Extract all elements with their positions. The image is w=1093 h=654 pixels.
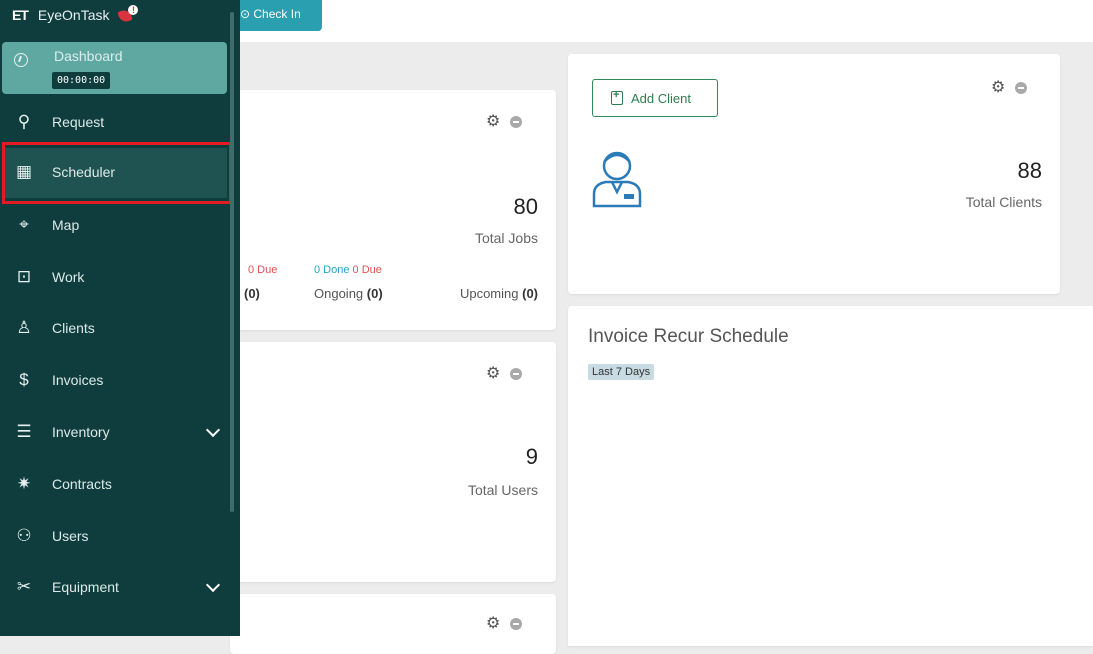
total-jobs-count: 80	[513, 194, 538, 219]
add-document-icon	[611, 89, 623, 105]
due-count: 0 Due	[248, 264, 278, 276]
total-users-count: 9	[525, 444, 538, 469]
sidebar-item-contracts[interactable]: ✷ Contracts	[0, 464, 232, 504]
sidebar-item-label: Map	[52, 217, 80, 233]
sidebar-item-dashboard[interactable]: Dashboard 00:00:00	[2, 42, 227, 94]
stat-upcoming-label: Upcoming	[459, 286, 519, 301]
sidebar: ET EyeOnTask Dashboard 00:00:00 ⚲ Reques…	[0, 0, 240, 636]
invoice-recur-title: Invoice Recur Schedule	[588, 326, 789, 347]
sidebar-item-label: Users	[52, 528, 89, 544]
sidebar-item-label: Work	[52, 269, 85, 285]
chevron-down-icon[interactable]	[205, 422, 221, 438]
users-card-controls: ⚙	[486, 366, 523, 382]
alert-icon[interactable]	[119, 5, 139, 23]
stat-completed-counts: 0 Due	[248, 264, 277, 276]
stat-ongoing-label: Ongoing	[314, 286, 364, 301]
stat-upcoming-value: (0)	[522, 286, 538, 301]
users-card: ⚙ 9 Total Users	[230, 342, 556, 582]
scheduler-highlight-box	[2, 142, 232, 204]
gear-icon[interactable]: ⚙	[486, 366, 500, 382]
brand[interactable]: ET EyeOnTask	[12, 5, 139, 23]
sidebar-item-invoices[interactable]: $ Invoices	[0, 360, 232, 400]
sidebar-item-equipment[interactable]: ✂ Equipment	[0, 567, 232, 607]
gear-icon[interactable]: ⚙	[486, 114, 500, 130]
add-client-button[interactable]: Add Client	[592, 79, 718, 117]
minimize-icon[interactable]	[1015, 82, 1028, 94]
jobs-card: ⚙ 80 Total Jobs 0 Due (0) 0 Done 0 Due O…	[230, 90, 556, 330]
gear-icon[interactable]: ⚙	[486, 616, 500, 632]
minimize-icon[interactable]	[510, 116, 523, 128]
user-icon: ♙	[16, 318, 32, 337]
sidebar-item-label: Clients	[52, 320, 95, 336]
partial-card: ⚙	[230, 594, 556, 654]
invoice-icon: $	[19, 370, 29, 389]
date-range-badge[interactable]: Last 7 Days	[588, 364, 655, 380]
minimize-icon[interactable]	[510, 618, 523, 630]
sidebar-item-request[interactable]: ⚲ Request	[0, 102, 232, 142]
sidebar-scrollbar[interactable]	[230, 12, 234, 512]
stat-ongoing-value: (0)	[366, 286, 383, 301]
dashboard-gauge-icon	[14, 53, 28, 67]
sidebar-item-map[interactable]: ⌖ Map	[0, 205, 232, 245]
stat-completed-value: (0)	[244, 286, 260, 301]
inventory-icon: ☰	[16, 422, 32, 441]
sidebar-item-clients[interactable]: ♙ Clients	[0, 308, 232, 348]
briefcase-icon: ⊡	[16, 267, 32, 286]
tools-icon: ✂	[16, 577, 32, 596]
done-count: 0 Done	[314, 264, 350, 276]
check-in-button[interactable]: ⊙ Check In	[230, 0, 322, 31]
sidebar-item-label: Request	[52, 114, 105, 130]
brand-logo: ET	[12, 7, 29, 23]
client-avatar-icon	[592, 151, 642, 208]
gear-icon[interactable]: ⚙	[991, 80, 1005, 96]
add-client-label: Add Client	[631, 90, 691, 106]
map-pin-icon: ⌖	[19, 215, 29, 234]
sidebar-item-label: Inventory	[52, 424, 110, 440]
sidebar-item-label: Contracts	[52, 476, 112, 492]
stat-ongoing-counts: 0 Done 0 Due	[314, 264, 382, 276]
total-clients-label: Total Clients	[965, 194, 1042, 210]
stat-upcoming[interactable]: Upcoming (0)	[460, 286, 538, 301]
sidebar-item-label: Equipment	[52, 579, 119, 595]
stat-ongoing[interactable]: Ongoing (0)	[314, 286, 383, 301]
total-users-label: Total Users	[467, 482, 538, 498]
due-count: 0 Due	[352, 264, 382, 276]
sidebar-item-users[interactable]: ⚇ Users	[0, 516, 232, 556]
handshake-icon: ✷	[16, 474, 32, 493]
stat-completed-label[interactable]: (0)	[244, 286, 260, 301]
total-jobs-label: Total Jobs	[474, 230, 538, 246]
users-icon: ⚇	[16, 526, 32, 545]
clients-card: Add Client ⚙ 88 Total Clients	[568, 54, 1060, 294]
sidebar-item-work[interactable]: ⊡ Work	[0, 257, 232, 297]
timer-display: 00:00:00	[52, 72, 111, 89]
minimize-icon[interactable]	[510, 368, 523, 380]
brand-name: EyeOnTask	[37, 7, 110, 23]
sidebar-item-label: Invoices	[52, 372, 104, 388]
total-clients-count: 88	[1017, 158, 1042, 183]
clients-card-controls: ⚙	[991, 80, 1028, 96]
chevron-down-icon[interactable]	[205, 577, 221, 593]
invoice-recur-card: Invoice Recur Schedule Last 7 Days	[568, 306, 1093, 646]
partial-card-controls: ⚙	[486, 616, 523, 632]
sidebar-item-label: Dashboard	[54, 48, 123, 64]
request-icon: ⚲	[17, 112, 31, 131]
sidebar-item-inventory[interactable]: ☰ Inventory	[0, 412, 232, 452]
jobs-card-controls: ⚙	[486, 114, 523, 130]
